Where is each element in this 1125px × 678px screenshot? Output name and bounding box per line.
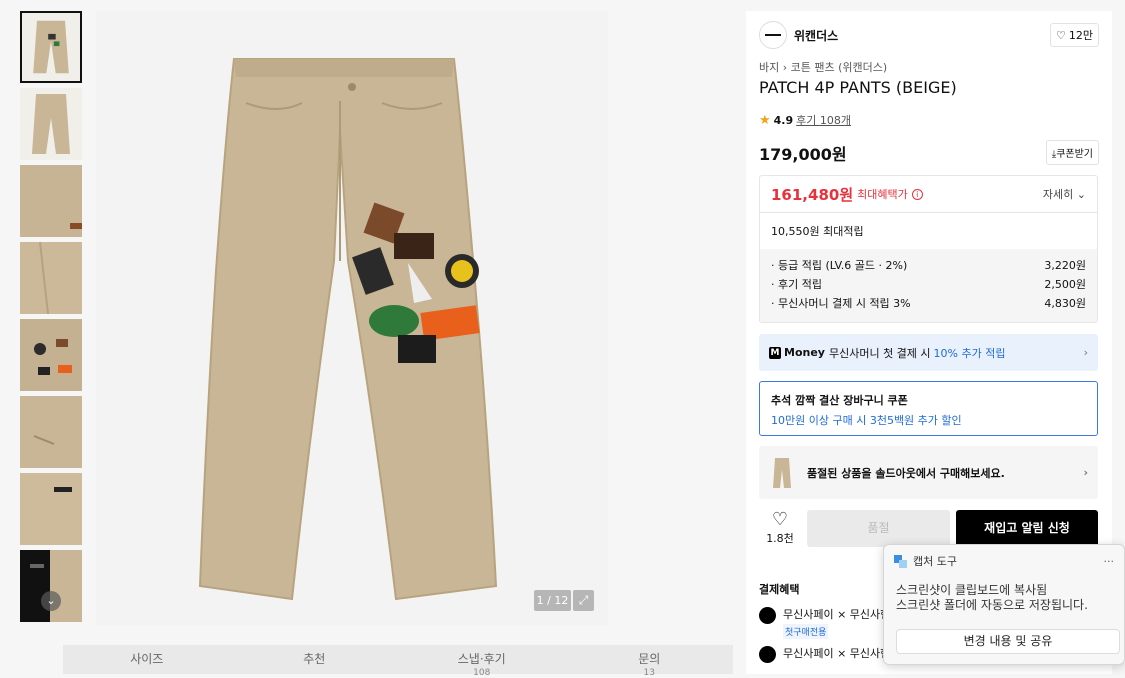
chevron-right-icon: › xyxy=(782,61,791,74)
soldout-text: 품절된 상품을 솔드아웃에서 구매해보세요. xyxy=(807,466,1005,480)
toast-line-1: 스크린샷이 클립보드에 복사됨 xyxy=(896,583,1048,597)
rating-score: 4.9 xyxy=(773,113,794,127)
review-link[interactable]: 후기 108개 xyxy=(796,112,851,128)
wishlist-button[interactable]: ♡ 1.8천 xyxy=(759,510,801,546)
snipping-tool-icon xyxy=(894,554,907,568)
tab-snap-review[interactable]: 스냅·후기 108 xyxy=(398,645,566,678)
expand-icon[interactable]: ⤢ xyxy=(573,590,594,611)
coupon-label: 쿠폰받기 xyxy=(1056,149,1093,160)
thumbnail-7[interactable] xyxy=(20,473,82,545)
points-list: · 등급 적립 (LV.6 골드 · 2%) 3,220원 · 후기 적립 2,50… xyxy=(760,249,1097,322)
brand-logo[interactable] xyxy=(759,21,787,49)
heart-icon: ♡ xyxy=(1056,28,1066,42)
tab-count: 13 xyxy=(643,668,655,678)
points-value: 3,220원 xyxy=(1044,259,1086,272)
sale-label: 최대혜택가 xyxy=(857,188,908,201)
thumbnail-1[interactable] xyxy=(20,11,82,83)
payment-benefit-item[interactable]: 무신사페이 × 무신사현첫구매전용 xyxy=(759,606,890,639)
detail-toggle[interactable]: 자세히 ⌄ xyxy=(1043,186,1086,202)
chuseok-coupon-banner[interactable]: 추석 깜짝 결산 장바구니 쿠폰 10만원 이상 구매 시 3천5백원 추가 할… xyxy=(759,381,1098,436)
soldout-button: 품절 xyxy=(807,510,950,547)
tab-recommend[interactable]: 추천 xyxy=(231,645,399,674)
points-row: · 후기 적립 2,500원 xyxy=(771,276,1086,295)
tab-count: 108 xyxy=(473,668,491,678)
toast-line-2: 스크린샷 폴더에 자동으로 저장됩니다. xyxy=(896,598,1088,612)
points-value: 4,830원 xyxy=(1044,297,1086,310)
toast-app-name: 캡처 도구 xyxy=(913,555,957,568)
points-label: · 후기 적립 xyxy=(771,278,822,291)
payment-badge: 첫구매전용 xyxy=(783,624,829,639)
breadcrumb-subcategory[interactable]: 코튼 팬츠 (위캔더스) xyxy=(791,61,888,74)
rating: ★ 4.9 후기 108개 xyxy=(759,112,851,128)
tab-label: 스냅·후기 xyxy=(457,652,506,666)
product-mini-thumbnail xyxy=(773,457,791,488)
points-row: · 무신사머니 결제 시 적립 3% 4,830원 xyxy=(771,295,1086,314)
brand-name[interactable]: 위캔더스 xyxy=(794,27,838,44)
chevron-down-icon: ⌄ xyxy=(1076,188,1086,201)
info-icon[interactable]: i xyxy=(911,188,923,200)
max-benefit-row: 161,480원 최대혜택가 i 자세히 ⌄ xyxy=(760,176,1097,213)
coupon-title: 추석 깜짝 결산 장바구니 쿠폰 xyxy=(771,394,908,407)
musinsa-pay-icon xyxy=(759,607,776,624)
chevron-right-icon: › xyxy=(1083,466,1088,479)
tab-inquiry[interactable]: 문의 13 xyxy=(566,645,734,678)
product-price: 179,000원 xyxy=(759,145,847,164)
musinsa-money-banner[interactable]: M Money 무신사머니 첫 결제 시 10% 추가 적립 › xyxy=(759,334,1098,371)
money-highlight: 10% 추가 적립 xyxy=(933,346,1006,360)
coupon-subtitle: 10만원 이상 구매 시 3천5백원 추가 할인 xyxy=(771,414,962,427)
thumbnail-2[interactable] xyxy=(20,88,82,160)
payment-label: 무신사페이 × 무신사현 xyxy=(783,647,891,660)
tab-size[interactable]: 사이즈 xyxy=(63,645,231,674)
points-row: · 등급 적립 (LV.6 골드 · 2%) 3,220원 xyxy=(771,257,1086,276)
scroll-down-icon[interactable]: ⌄ xyxy=(41,591,61,611)
edit-share-button[interactable]: 변경 내용 및 공유 xyxy=(896,629,1120,654)
points-total: 10,550원 최대적립 xyxy=(771,225,864,238)
restock-alert-button[interactable]: 재입고 알림 신청 xyxy=(956,510,1098,547)
musinsa-pay-icon xyxy=(759,646,776,663)
payment-label: 무신사페이 × 무신사현 xyxy=(783,608,891,621)
money-text: 무신사머니 첫 결제 시 xyxy=(828,346,931,360)
brand-like-button[interactable]: ♡ 12만 xyxy=(1050,23,1099,47)
toast-body: 스크린샷이 클립보드에 복사됨 스크린샷 폴더에 자동으로 저장됩니다. xyxy=(884,577,1124,619)
brand-row: 위캔더스 ♡ 12만 xyxy=(759,21,1099,49)
toast-header: 캡처 도구 ··· xyxy=(884,545,1124,577)
benefit-box: 161,480원 최대혜택가 i 자세히 ⌄ 10,550원 최대적립 · 등급… xyxy=(759,175,1098,323)
payment-benefit-title: 결제혜택 xyxy=(759,583,800,596)
main-product-image xyxy=(96,11,608,625)
thumbnail-6[interactable] xyxy=(20,396,82,468)
thumbnail-8[interactable] xyxy=(20,550,82,622)
like-count: 12만 xyxy=(1068,29,1093,42)
tab-label: 문의 xyxy=(638,652,661,666)
breadcrumb: 바지 › 코튼 팬츠 (위캔더스) xyxy=(759,59,887,75)
points-label: · 등급 적립 (LV.6 골드 · 2%) xyxy=(771,259,908,272)
payment-benefit-item[interactable]: 무신사페이 × 무신사현 xyxy=(759,645,890,663)
coupon-button[interactable]: ⤓쿠폰받기 xyxy=(1045,140,1099,165)
points-label: · 무신사머니 결제 시 적립 3% xyxy=(771,297,911,310)
thumbnail-3[interactable] xyxy=(20,165,82,237)
money-logo-icon: M xyxy=(769,346,781,359)
snipping-tool-notification[interactable]: 캡처 도구 ··· 스크린샷이 클립보드에 복사됨 스크린샷 폴더에 자동으로 … xyxy=(883,544,1125,665)
image-counter: 1 / 12 xyxy=(534,590,571,611)
star-icon: ★ xyxy=(759,112,771,128)
money-brand: Money xyxy=(784,346,825,359)
heart-icon: ♡ xyxy=(771,509,789,530)
thumbnail-list xyxy=(20,11,82,627)
tab-label: 추천 xyxy=(303,652,326,666)
more-icon[interactable]: ··· xyxy=(1104,555,1115,568)
soldout-banner[interactable]: 품절된 상품을 솔드아웃에서 구매해보세요. › xyxy=(759,446,1098,499)
tab-label: 사이즈 xyxy=(130,652,164,666)
chevron-right-icon: › xyxy=(1083,346,1088,359)
sale-price: 161,480원 xyxy=(771,185,854,204)
breadcrumb-category[interactable]: 바지 xyxy=(759,61,779,74)
thumbnail-4[interactable] xyxy=(20,242,82,314)
detail-label: 자세히 xyxy=(1042,188,1074,201)
points-value: 2,500원 xyxy=(1044,278,1086,291)
thumbnail-5[interactable] xyxy=(20,319,82,391)
product-title: PATCH 4P PANTS (BEIGE) xyxy=(759,78,957,97)
wish-count: 1.8천 xyxy=(766,532,794,545)
detail-tabs: 사이즈 추천 스냅·후기 108 문의 13 xyxy=(63,645,734,678)
